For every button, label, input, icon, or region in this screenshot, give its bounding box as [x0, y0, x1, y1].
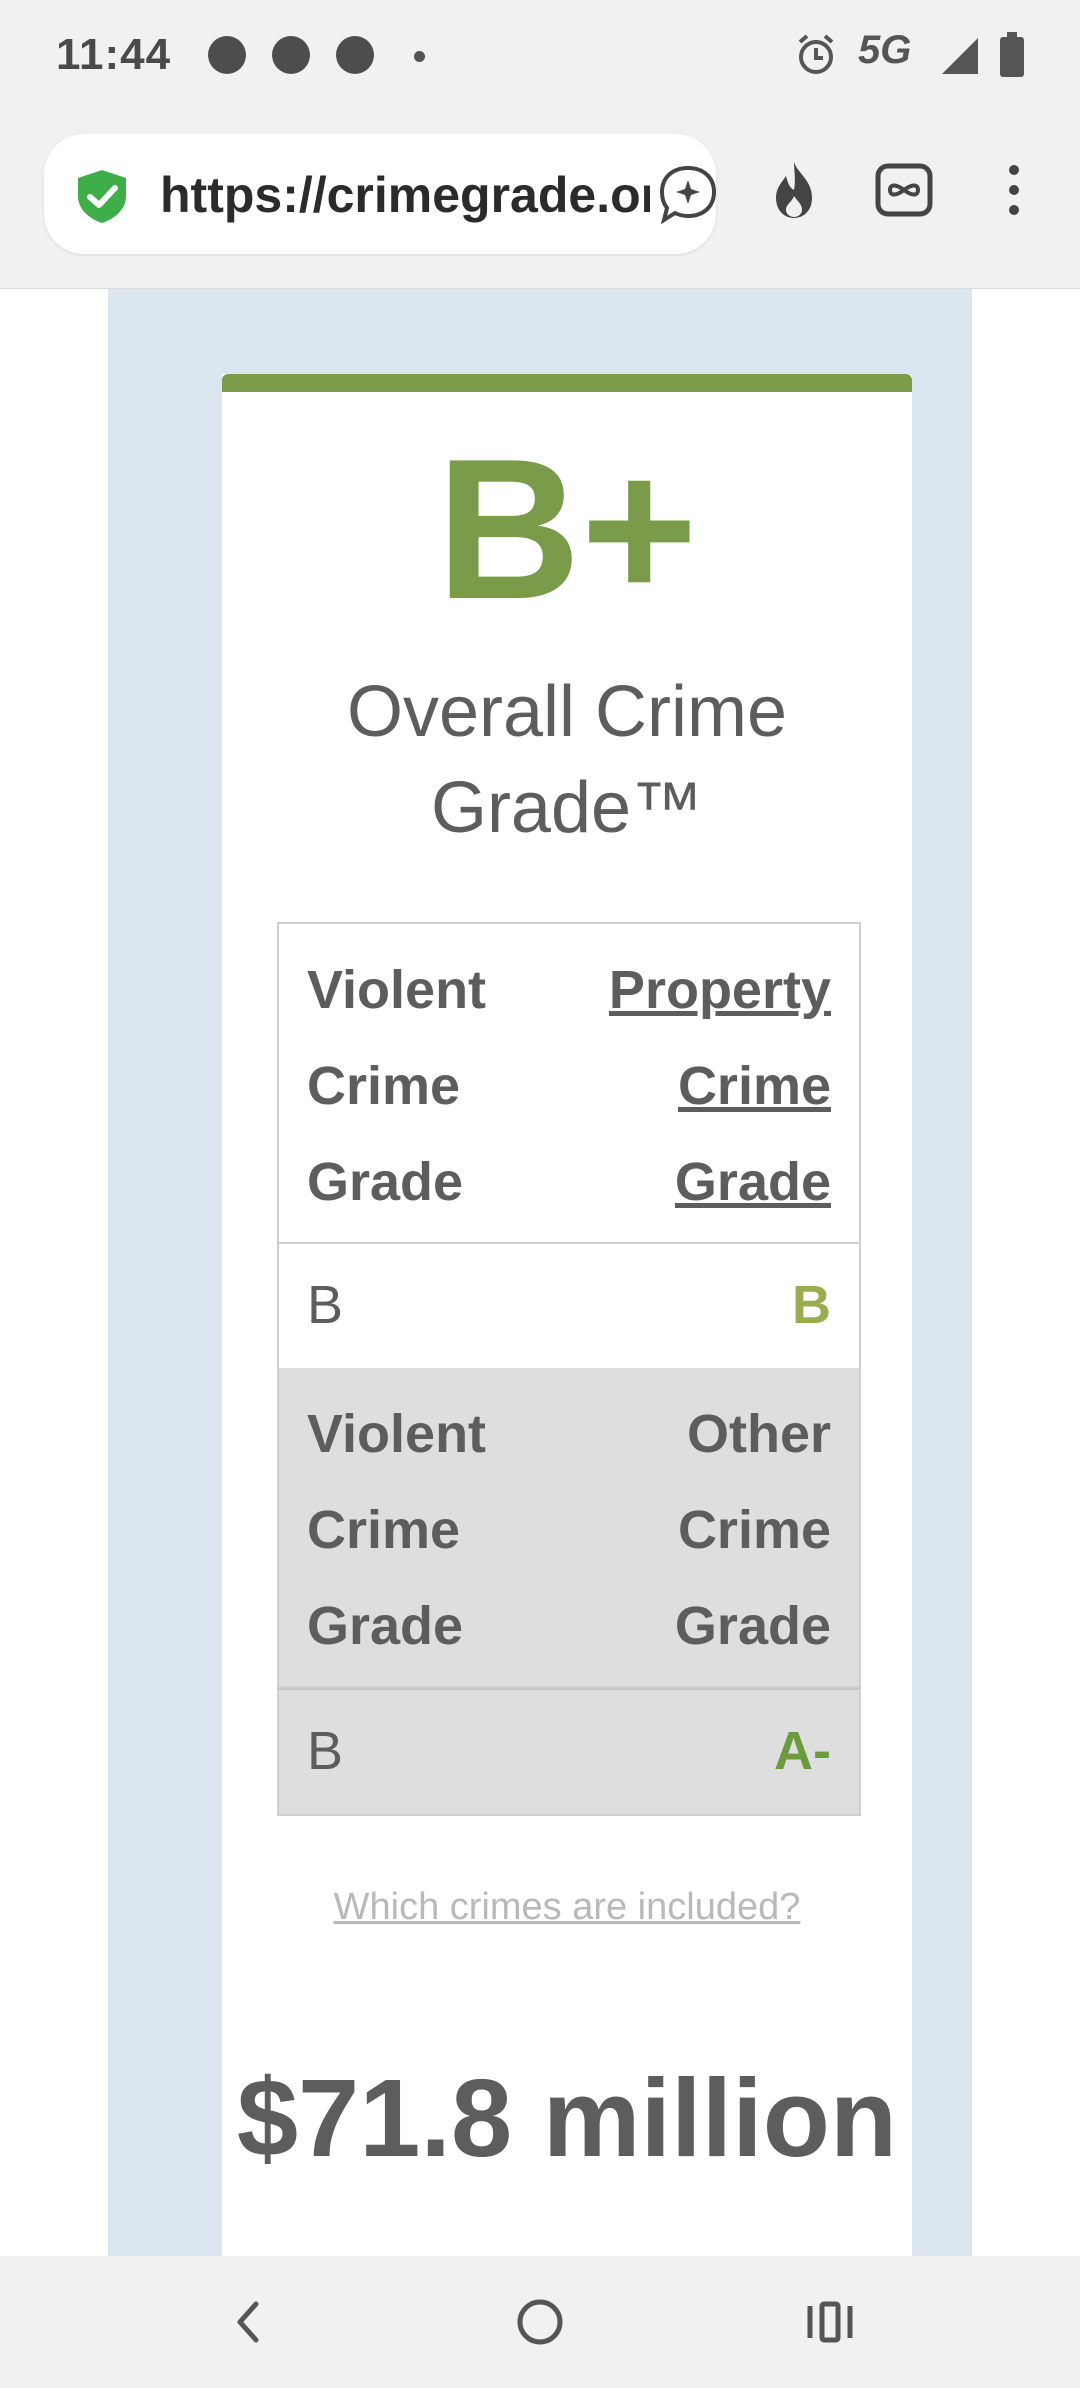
violent-crime-header: Violent Crime Grade [307, 1404, 487, 1656]
url-text[interactable]: https://crimegrade.org [160, 166, 650, 224]
status-time: 11:44 [56, 30, 172, 79]
battery-icon [1000, 32, 1024, 77]
violent-crime-grade: B [307, 1721, 344, 1781]
more-vert-icon[interactable] [990, 160, 1050, 220]
property-crime-grade: B [792, 1275, 831, 1335]
other-crime-grade: A- [774, 1721, 831, 1781]
infinity-tab-icon[interactable] [874, 160, 934, 220]
property-crime-link[interactable]: Property Crime Grade [581, 942, 831, 1230]
messenger-icon [208, 36, 246, 74]
crime-cost-value: $71.8 million [236, 2057, 898, 2180]
violent-crime-header: Violent Crime Grade [307, 960, 487, 1212]
overall-grade: B+ [436, 418, 698, 641]
alarm-icon [798, 34, 834, 74]
overall-grade-title: Overall Crime Grade™ [346, 672, 788, 848]
table-row: B B [279, 1244, 859, 1368]
grade-table: Violent Crime Grade Property Crime Grade… [277, 922, 861, 1816]
facebook-icon [336, 36, 374, 74]
which-crimes-link[interactable]: Which crimes are included? [222, 1886, 912, 1929]
browser-toolbar: https://crimegrade.org [0, 112, 1080, 289]
back-icon[interactable] [218, 2292, 278, 2352]
network-type: 5G [858, 28, 912, 72]
system-nav-bar [0, 2256, 1080, 2388]
shield-check-icon[interactable] [74, 168, 130, 224]
table-row: Violent Crime Grade Property Crime Grade [279, 924, 859, 1244]
ai-chat-icon[interactable] [658, 164, 718, 224]
flame-icon[interactable] [764, 160, 824, 220]
table-row: Violent Crime Grade Other Crime Grade [279, 1368, 859, 1688]
signal-icon [942, 38, 978, 74]
recents-icon[interactable] [800, 2292, 860, 2352]
crime-grade-card: B+ Overall Crime Grade™ Violent Crime Gr… [222, 374, 912, 2256]
violent-crime-grade: B [307, 1275, 344, 1335]
table-row: B A- [279, 1688, 859, 1814]
status-bar: 11:44 5G [0, 0, 1080, 112]
address-bar[interactable]: https://crimegrade.org [44, 134, 718, 254]
card-accent-bar [222, 374, 912, 392]
other-crime-header: Other Crime Grade [674, 1404, 831, 1656]
dot-icon [414, 51, 425, 62]
home-icon[interactable] [510, 2292, 570, 2352]
messenger-icon [272, 36, 310, 74]
